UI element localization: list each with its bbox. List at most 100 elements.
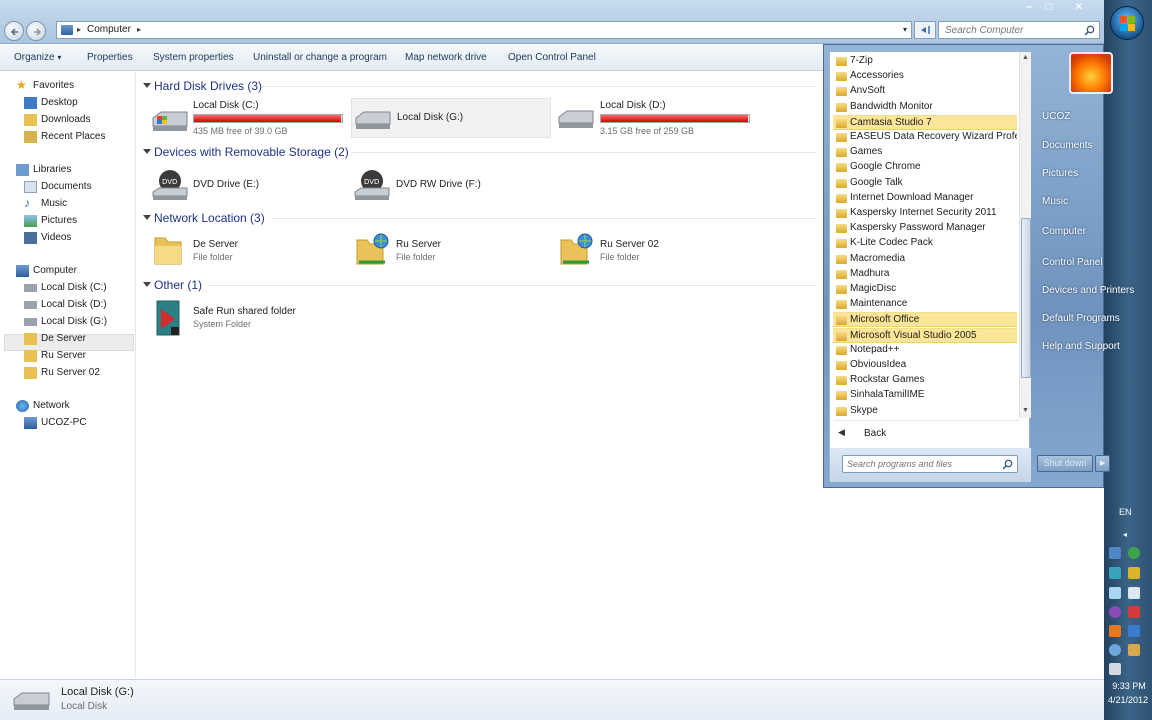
program-item[interactable]: MagicDisc — [833, 282, 1017, 297]
drive-dvd-e[interactable]: DVD DVD Drive (E:) — [145, 164, 341, 204]
show-hidden-icons-icon[interactable]: ◂ — [1123, 530, 1127, 539]
program-item[interactable]: Notepad++ — [833, 343, 1017, 358]
program-item[interactable]: EASEUS Data Recovery Wizard Professio — [833, 130, 1017, 145]
system-properties-button[interactable]: System properties — [153, 52, 234, 63]
start-link-computer[interactable]: Computer — [1042, 226, 1086, 237]
maximize-button[interactable]: □ — [1038, 0, 1060, 16]
program-item[interactable]: Skype — [833, 404, 1017, 419]
back-button[interactable]: ◀ Back — [834, 426, 1014, 442]
back-arrow-icon: ◀ — [838, 427, 845, 437]
start-button[interactable] — [1110, 6, 1144, 40]
language-indicator[interactable]: EN — [1119, 507, 1132, 517]
app-tray-icon[interactable] — [1109, 606, 1121, 618]
folder-icon — [836, 224, 847, 233]
download-tray-icon[interactable] — [1109, 625, 1121, 637]
program-item[interactable]: K-Lite Codec Pack — [833, 236, 1017, 251]
power-tray-icon[interactable] — [1128, 644, 1140, 656]
sync-tray-icon[interactable] — [1109, 644, 1121, 656]
start-link-music[interactable]: Music — [1042, 196, 1068, 207]
program-list-scrollbar[interactable]: ▲ ▼ — [1019, 52, 1031, 418]
program-item[interactable]: Internet Download Manager — [833, 191, 1017, 206]
monitor-tray-icon[interactable] — [1109, 587, 1121, 599]
collapse-icon[interactable] — [143, 149, 151, 154]
shutdown-options-button[interactable]: ▶ — [1095, 455, 1110, 472]
program-item[interactable]: SinhalaTamilIME — [833, 388, 1017, 403]
program-item[interactable]: ObviousIdea — [833, 358, 1017, 373]
search-icon[interactable] — [1002, 459, 1013, 470]
program-item[interactable]: Maintenance — [833, 297, 1017, 312]
clock-time[interactable]: 9:33 PM — [1110, 681, 1148, 691]
start-link-documents[interactable]: Documents — [1042, 140, 1093, 151]
display-tray-icon[interactable] — [1109, 663, 1121, 675]
capacity-fill — [194, 115, 341, 122]
address-dropdown-icon[interactable]: ▾ — [903, 25, 907, 34]
collapse-icon[interactable] — [143, 282, 151, 287]
folder-icon — [836, 239, 847, 248]
breadcrumb-computer[interactable]: Computer — [87, 24, 131, 35]
program-item[interactable]: Google Talk — [833, 176, 1017, 191]
collapse-icon[interactable] — [143, 83, 151, 88]
other-safe-run-shared-folder[interactable]: Safe Run shared folder System Folder — [145, 299, 341, 339]
flag-tray-icon[interactable] — [1128, 625, 1140, 637]
drive-dvd-rw-f[interactable]: DVD DVD RW Drive (F:) — [351, 164, 547, 204]
network-tray-icon[interactable] — [1109, 547, 1121, 559]
start-link-control-panel[interactable]: Control Panel — [1042, 257, 1103, 268]
scroll-up-icon[interactable]: ▲ — [1022, 54, 1029, 61]
breadcrumb-chevron-icon[interactable]: ▸ — [137, 25, 141, 34]
start-search-box[interactable] — [842, 455, 1018, 473]
start-search-input[interactable] — [843, 456, 995, 472]
uninstall-program-button[interactable]: Uninstall or change a program — [253, 52, 387, 63]
map-network-drive-button[interactable]: Map network drive — [405, 52, 487, 63]
breadcrumb-separator-icon[interactable]: ▸ — [77, 25, 81, 34]
start-link-help-support[interactable]: Help and Support — [1042, 341, 1120, 352]
security-tray-icon[interactable] — [1109, 567, 1121, 579]
network-location-ru-server[interactable]: Ru Server File folder — [351, 232, 547, 272]
start-link-user[interactable]: UCOZ — [1042, 111, 1070, 122]
program-item[interactable]: Rockstar Games — [833, 373, 1017, 388]
program-item[interactable]: Macromedia — [833, 252, 1017, 267]
start-link-pictures[interactable]: Pictures — [1042, 168, 1078, 179]
back-button[interactable] — [4, 21, 24, 41]
tools-tray-icon[interactable] — [1128, 567, 1140, 579]
search-input[interactable] — [939, 22, 1077, 38]
drive-local-disk-c[interactable]: Local Disk (C:) 435 MB free of 39.0 GB — [145, 98, 343, 138]
organize-menu[interactable]: Organize ▾ — [14, 52, 61, 63]
program-item[interactable]: 7-Zip — [833, 54, 1017, 69]
program-item[interactable]: AnvSoft — [833, 84, 1017, 99]
properties-button[interactable]: Properties — [87, 52, 133, 63]
kaspersky-tray-icon[interactable] — [1128, 606, 1140, 618]
program-item[interactable]: Camtasia Studio 7 — [833, 115, 1017, 130]
user-picture[interactable] — [1069, 52, 1113, 94]
search-icon[interactable] — [1084, 25, 1095, 36]
program-item[interactable]: Google Chrome — [833, 160, 1017, 175]
refresh-button[interactable] — [914, 21, 936, 39]
shutdown-button[interactable]: Shut down — [1037, 455, 1093, 472]
chrome-tray-icon[interactable] — [1128, 547, 1140, 559]
scroll-down-icon[interactable]: ▼ — [1022, 407, 1029, 414]
address-bar[interactable]: ▸ Computer ▸ ▾ — [56, 21, 912, 39]
drive-local-disk-d[interactable]: Local Disk (D:) 3.15 GB free of 259 GB — [555, 98, 751, 138]
start-link-devices-printers[interactable]: Devices and Printers — [1042, 285, 1134, 296]
program-item[interactable]: Microsoft Office — [833, 312, 1017, 327]
drive-free-space: 435 MB free of 39.0 GB — [193, 126, 288, 136]
open-control-panel-button[interactable]: Open Control Panel — [508, 52, 596, 63]
program-item[interactable]: Accessories — [833, 69, 1017, 84]
volume-tray-icon[interactable] — [1128, 587, 1140, 599]
program-item[interactable]: Kaspersky Internet Security 2011 — [833, 206, 1017, 221]
network-location-de-server[interactable]: De Server File folder — [145, 232, 341, 272]
clock-date[interactable]: 4/21/2012 — [1104, 695, 1152, 705]
program-item[interactable]: Kaspersky Password Manager — [833, 221, 1017, 236]
collapse-icon[interactable] — [143, 215, 151, 220]
start-link-default-programs[interactable]: Default Programs — [1042, 313, 1120, 324]
program-item[interactable]: Games — [833, 145, 1017, 160]
program-item[interactable]: Microsoft Visual Studio 2005 — [833, 328, 1017, 343]
close-button[interactable]: × — [1068, 0, 1090, 16]
drive-local-disk-g[interactable]: Local Disk (G:) — [351, 98, 551, 138]
scroll-thumb[interactable] — [1021, 218, 1031, 378]
network-location-ru-server-02[interactable]: Ru Server 02 File folder — [555, 232, 751, 272]
program-item[interactable]: Madhura — [833, 267, 1017, 282]
minimize-button[interactable]: – — [1018, 0, 1040, 16]
forward-button[interactable] — [26, 21, 46, 41]
program-item[interactable]: Bandwidth Monitor — [833, 100, 1017, 115]
search-box[interactable] — [938, 21, 1100, 39]
